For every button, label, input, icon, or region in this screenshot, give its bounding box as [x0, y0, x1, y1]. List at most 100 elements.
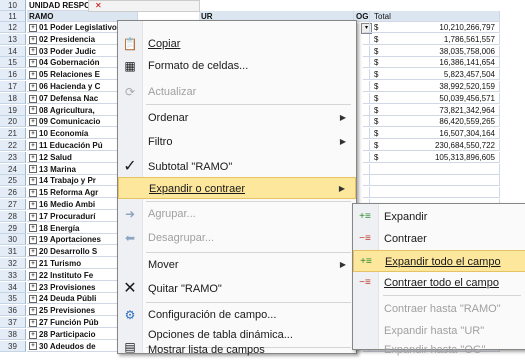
- og-cell[interactable]: [363, 128, 370, 140]
- row-number[interactable]: 15: [0, 57, 26, 69]
- expand-toggle-icon[interactable]: +: [29, 283, 37, 292]
- og-cell[interactable]: [363, 151, 370, 163]
- total-cell[interactable]: $1,786,561,557: [370, 33, 500, 45]
- row-number[interactable]: 16: [0, 69, 26, 81]
- row-number[interactable]: 13: [0, 33, 26, 45]
- menu-item-expandir-contraer[interactable]: Expandir o contraer ▶: [118, 177, 356, 199]
- row-number[interactable]: 10: [0, 0, 26, 11]
- og-cell[interactable]: [363, 81, 370, 92]
- expand-toggle-icon[interactable]: +: [29, 153, 37, 162]
- row-number[interactable]: 11: [0, 11, 26, 22]
- menu-item-filtro[interactable]: Filtro ▶: [118, 131, 356, 153]
- row-number[interactable]: 22: [0, 140, 26, 151]
- row-number[interactable]: 26: [0, 187, 26, 199]
- expand-toggle-icon[interactable]: +: [29, 118, 37, 127]
- row-number[interactable]: 37: [0, 317, 26, 328]
- expand-toggle-icon[interactable]: +: [29, 307, 37, 316]
- expand-toggle-icon[interactable]: +: [29, 59, 37, 68]
- og-cell[interactable]: [363, 104, 370, 116]
- expand-toggle-icon[interactable]: +: [29, 35, 37, 44]
- row-number[interactable]: 34: [0, 281, 26, 293]
- og-cell[interactable]: [363, 175, 370, 187]
- total-cell[interactable]: $16,507,304,164: [370, 128, 500, 140]
- menu-item-mostrar[interactable]: ▤ Mostrar lista de campos: [118, 340, 356, 356]
- expand-toggle-icon[interactable]: +: [29, 165, 37, 174]
- expand-toggle-icon[interactable]: +: [29, 236, 37, 245]
- expand-toggle-icon[interactable]: +: [29, 200, 37, 209]
- row-number[interactable]: 38: [0, 328, 26, 340]
- row-number[interactable]: 28: [0, 210, 26, 222]
- row-number[interactable]: 18: [0, 92, 26, 104]
- menu-item-actualizar[interactable]: ⟳ Actualizar: [118, 81, 356, 103]
- total-cell[interactable]: $73,821,342,964: [370, 104, 500, 116]
- og-cell[interactable]: [363, 57, 370, 69]
- row-number[interactable]: 14: [0, 45, 26, 57]
- total-cell[interactable]: $38,992,520,159: [370, 81, 500, 92]
- expand-toggle-icon[interactable]: +: [29, 130, 37, 139]
- row-number[interactable]: 19: [0, 104, 26, 116]
- total-cell[interactable]: $10,210,266,797: [370, 22, 500, 33]
- expand-toggle-icon[interactable]: +: [29, 318, 37, 327]
- submenu-item-contraer[interactable]: −≡ Contraer: [353, 228, 525, 250]
- expand-toggle-icon[interactable]: +: [29, 82, 37, 91]
- expand-toggle-icon[interactable]: +: [29, 47, 37, 56]
- menu-item-subtotal[interactable]: ✓ Subtotal "RAMO": [118, 156, 356, 178]
- submenu-item-expandir[interactable]: +≡ Expandir: [353, 206, 525, 228]
- row-number[interactable]: 33: [0, 269, 26, 281]
- total-cell[interactable]: $5,823,457,504: [370, 69, 500, 81]
- og-cell[interactable]: [363, 187, 370, 199]
- expand-toggle-icon[interactable]: +: [29, 189, 37, 198]
- row-number[interactable]: 36: [0, 305, 26, 317]
- total-cell[interactable]: $105,313,896,605: [370, 151, 500, 163]
- total-cell[interactable]: [370, 187, 500, 199]
- expand-toggle-icon[interactable]: +: [29, 330, 37, 339]
- row-number[interactable]: 30: [0, 234, 26, 246]
- mini-toolbar-icon[interactable]: ✕: [95, 1, 102, 10]
- expand-toggle-icon[interactable]: +: [29, 248, 37, 257]
- row-number[interactable]: 21: [0, 128, 26, 140]
- expand-toggle-icon[interactable]: +: [29, 23, 37, 32]
- expand-toggle-icon[interactable]: +: [29, 342, 37, 351]
- row-number[interactable]: 17: [0, 81, 26, 92]
- total-cell[interactable]: [370, 163, 500, 175]
- expand-toggle-icon[interactable]: +: [29, 177, 37, 186]
- menu-item-quitar[interactable]: ✕ Quitar "RAMO": [118, 278, 356, 300]
- expand-toggle-icon[interactable]: +: [29, 141, 37, 150]
- og-cell[interactable]: [363, 69, 370, 81]
- og-cell[interactable]: [363, 140, 370, 151]
- row-number[interactable]: 35: [0, 293, 26, 305]
- menu-item-desagrupar[interactable]: ⬅ Desagrupar...: [118, 227, 356, 249]
- row-number[interactable]: 20: [0, 116, 26, 128]
- row-number[interactable]: 12: [0, 22, 26, 33]
- submenu-item-expandir-ur[interactable]: Expandir hasta "UR": [353, 308, 525, 337]
- row-number[interactable]: 39: [0, 340, 26, 352]
- total-cell[interactable]: [370, 175, 500, 187]
- menu-item-configuracion[interactable]: ⚙ Configuración de campo...: [118, 304, 356, 326]
- row-number[interactable]: 24: [0, 163, 26, 175]
- submenu-item-expandir-og[interactable]: Expandir hasta "OG": [353, 331, 525, 356]
- og-cell[interactable]: [363, 22, 370, 33]
- total-cell[interactable]: $38,035,758,006: [370, 45, 500, 57]
- menu-item-mover[interactable]: Mover ▶: [118, 254, 356, 276]
- og-cell[interactable]: [363, 45, 370, 57]
- expand-toggle-icon[interactable]: +: [29, 106, 37, 115]
- og-cell[interactable]: [363, 92, 370, 104]
- expand-toggle-icon[interactable]: +: [29, 94, 37, 103]
- og-cell[interactable]: [363, 163, 370, 175]
- row-number[interactable]: 29: [0, 222, 26, 234]
- row-number[interactable]: 32: [0, 258, 26, 269]
- og-cell[interactable]: [363, 33, 370, 45]
- menu-item-formato[interactable]: ▦ Formato de celdas...: [118, 55, 356, 77]
- menu-item-agrupar[interactable]: ➜ Agrupar...: [118, 203, 356, 225]
- row-number[interactable]: 23: [0, 151, 26, 163]
- og-cell[interactable]: [363, 116, 370, 128]
- menu-item-ordenar[interactable]: Ordenar ▶: [118, 107, 356, 129]
- expand-toggle-icon[interactable]: +: [29, 71, 37, 80]
- expand-toggle-icon[interactable]: +: [29, 212, 37, 221]
- expand-toggle-icon[interactable]: +: [29, 224, 37, 233]
- submenu-item-contraer-ramo[interactable]: Contraer hasta "RAMO": [353, 284, 525, 315]
- total-header[interactable]: Total: [370, 11, 500, 22]
- expand-toggle-icon[interactable]: +: [29, 295, 37, 304]
- row-number[interactable]: 27: [0, 199, 26, 210]
- submenu-item-expandir-todo[interactable]: +≡ Expandir todo el campo: [353, 250, 525, 272]
